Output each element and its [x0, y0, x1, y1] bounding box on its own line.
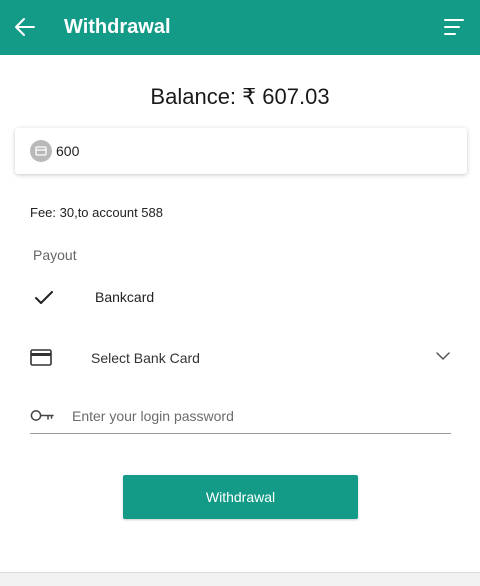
check-icon [35, 291, 53, 304]
app-header: Withdrawal [0, 0, 480, 55]
select-bank-card-dropdown[interactable]: Select Bank Card [30, 343, 452, 373]
page-title: Withdrawal [64, 16, 171, 38]
payout-label: Payout [33, 247, 77, 263]
menu-icon [444, 19, 464, 35]
amount-input[interactable] [56, 138, 446, 164]
bottom-bar [0, 572, 480, 586]
back-button[interactable] [14, 16, 36, 38]
menu-button[interactable] [444, 18, 464, 36]
password-field [30, 400, 451, 434]
withdrawal-button[interactable]: Withdrawal [123, 475, 358, 519]
card-circle-icon [30, 140, 52, 162]
key-icon [30, 410, 54, 421]
password-input[interactable] [72, 404, 442, 428]
select-bank-card-label: Select Bank Card [91, 350, 200, 366]
amount-field [15, 128, 467, 174]
arrow-left-icon [15, 18, 35, 36]
payout-option-bankcard[interactable]: Bankcard [30, 282, 450, 312]
fee-text: Fee: 30,to account 588 [30, 205, 163, 220]
payout-option-label: Bankcard [95, 289, 155, 305]
credit-card-icon [30, 349, 52, 366]
balance-text: Balance: ₹ 607.03 [150, 84, 330, 109]
chevron-down-icon [436, 352, 450, 360]
